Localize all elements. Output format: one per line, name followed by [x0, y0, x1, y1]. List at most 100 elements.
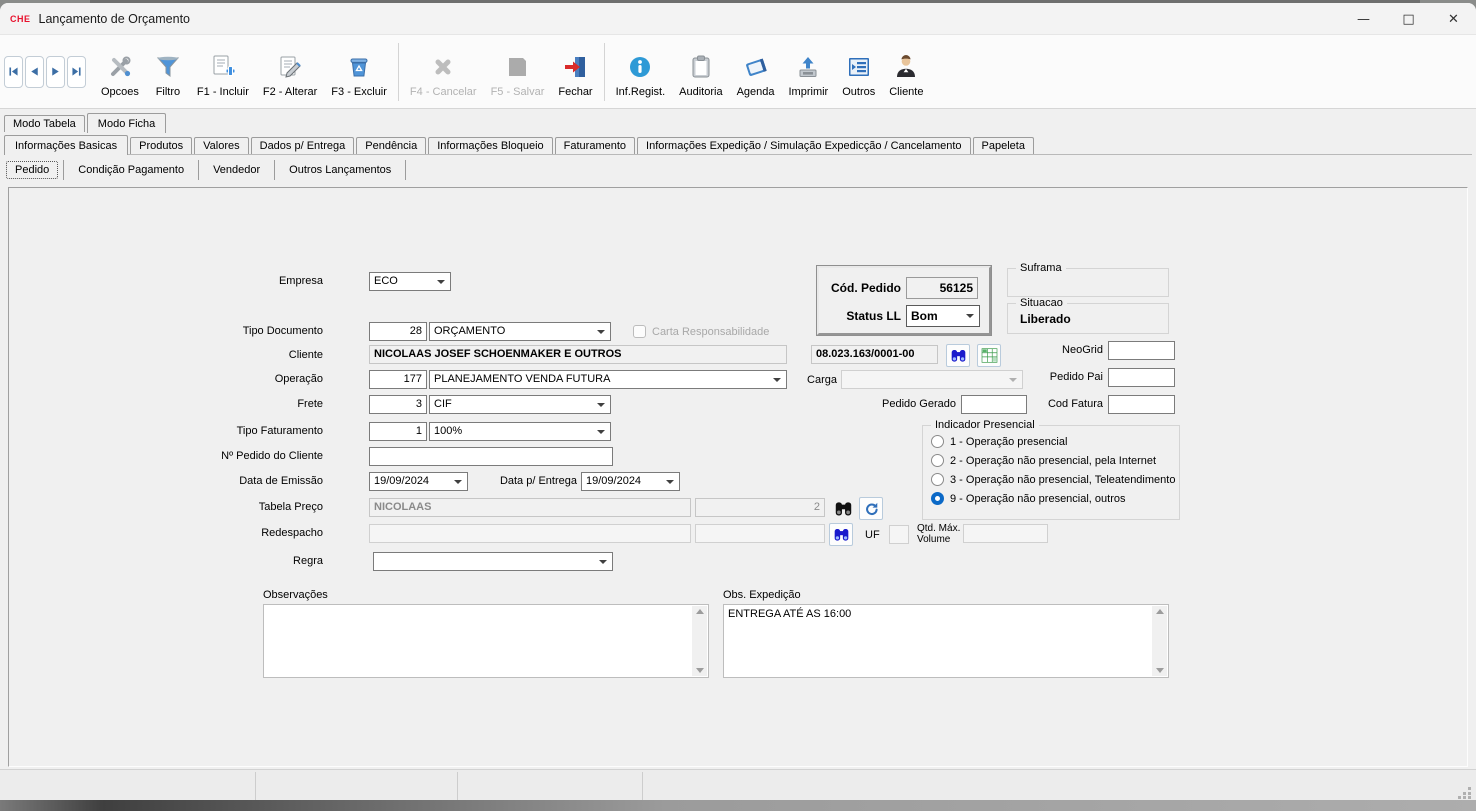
nav-prev-button[interactable] — [25, 56, 44, 88]
tabela-preco-field: NICOLAAS — [369, 498, 691, 517]
cliente-button[interactable]: Cliente — [882, 43, 930, 101]
close-button[interactable]: ✕ — [1431, 3, 1476, 35]
cancel-icon — [430, 54, 456, 83]
observacoes-textarea[interactable] — [263, 604, 709, 678]
scroll-down-icon[interactable] — [696, 668, 704, 673]
tab-pendencia[interactable]: Pendência — [356, 137, 426, 154]
inf-regist-button[interactable]: Inf.Regist. — [609, 43, 673, 101]
screen-bottom-edge — [0, 800, 1476, 811]
tipo-faturamento-combo[interactable]: 100% — [429, 422, 611, 441]
radio-icon — [931, 492, 944, 505]
uf-label: UF — [865, 529, 889, 542]
frete-combo[interactable]: CIF — [429, 395, 611, 414]
carga-combo[interactable] — [841, 370, 1023, 389]
opcoes-button[interactable]: Opcoes — [94, 43, 146, 101]
resize-grip-icon[interactable] — [1458, 785, 1472, 799]
uf-field — [889, 525, 909, 544]
tabela-preco-label: Tabela Preço — [213, 501, 323, 514]
tabela-preco-search-icon[interactable] — [831, 498, 855, 518]
pedido-form-panel: Empresa ECO Tipo Documento 28 ORÇAMENTO … — [8, 187, 1468, 767]
num-pedido-cliente-input[interactable] — [369, 447, 613, 466]
nav-first-button[interactable] — [4, 56, 23, 88]
scrollbar[interactable] — [1152, 606, 1167, 676]
f2-alterar-button[interactable]: F2 - Alterar — [256, 43, 324, 101]
fechar-button[interactable]: Fechar — [551, 43, 599, 101]
neogrid-label: NeoGrid — [1023, 344, 1103, 357]
regra-combo[interactable] — [373, 552, 613, 571]
f5-salvar-button[interactable]: F5 - Salvar — [484, 43, 552, 101]
f1-incluir-label: F1 - Incluir — [197, 86, 249, 98]
tab-modo-tabela[interactable]: Modo Tabela — [4, 115, 85, 132]
binoculars-icon — [950, 348, 967, 363]
situacao-label: Situacao — [1016, 297, 1067, 309]
operacao-combo[interactable]: PLANEJAMENTO VENDA FUTURA — [429, 370, 787, 389]
tab-produtos[interactable]: Produtos — [130, 137, 192, 154]
radio-option-2[interactable]: 2 - Operação não presencial, pela Intern… — [931, 454, 1156, 467]
filtro-label: Filtro — [156, 86, 180, 98]
tab-informacoes-bloqueio[interactable]: Informações Bloqueio — [428, 137, 552, 154]
radio-icon — [931, 435, 944, 448]
document-edit-icon — [277, 54, 303, 83]
data-entrega-combo[interactable]: 19/09/2024 — [581, 472, 680, 491]
agenda-label: Agenda — [737, 86, 775, 98]
tabela-preco-refresh-button[interactable] — [859, 497, 883, 520]
scrollbar[interactable] — [692, 606, 707, 676]
pedido-pai-input[interactable] — [1108, 368, 1175, 387]
scroll-down-icon[interactable] — [1156, 668, 1164, 673]
maximize-button[interactable]: □ — [1386, 3, 1431, 35]
data-emissao-combo[interactable]: 19/09/2024 — [369, 472, 468, 491]
tab-condicao-pagamento[interactable]: Condição Pagamento — [69, 161, 193, 179]
radio-option-9[interactable]: 9 - Operação não presencial, outros — [931, 492, 1126, 505]
radio-option-3[interactable]: 3 - Operação não presencial, Teleatendim… — [931, 473, 1175, 486]
f1-incluir-button[interactable]: F1 - Incluir — [190, 43, 256, 101]
filtro-button[interactable]: Filtro — [146, 43, 190, 101]
scroll-up-icon[interactable] — [1156, 609, 1164, 614]
tipo-faturamento-code-input[interactable]: 1 — [369, 422, 427, 441]
tab-faturamento[interactable]: Faturamento — [555, 137, 635, 154]
imprimir-button[interactable]: Imprimir — [782, 43, 836, 101]
nav-last-button[interactable] — [67, 56, 86, 88]
tab-valores[interactable]: Valores — [194, 137, 248, 154]
tab-vendedor[interactable]: Vendedor — [204, 161, 269, 179]
carta-responsabilidade-checkbox[interactable] — [633, 325, 646, 338]
radio-option-1[interactable]: 1 - Operação presencial — [931, 435, 1067, 448]
filter-icon — [155, 54, 181, 83]
f4-cancelar-button[interactable]: F4 - Cancelar — [403, 43, 484, 101]
tab-informacoes-expedicao[interactable]: Informações Expedição / Simulação Expedi… — [637, 137, 971, 154]
frete-code-input[interactable]: 3 — [369, 395, 427, 414]
f3-excluir-button[interactable]: F3 - Excluir — [324, 43, 394, 101]
nav-next-button[interactable] — [46, 56, 65, 88]
cliente-table-button[interactable] — [977, 344, 1001, 367]
tab-pedido[interactable]: Pedido — [6, 161, 58, 179]
minimize-button[interactable]: — — [1341, 3, 1386, 35]
auditoria-button[interactable]: Auditoria — [672, 43, 729, 101]
outros-button[interactable]: Outros — [835, 43, 882, 101]
tab-informacoes-basicas[interactable]: Informações Basicas — [4, 135, 128, 155]
window-title: Lançamento de Orçamento — [39, 12, 190, 26]
inf-regist-label: Inf.Regist. — [616, 86, 666, 98]
scroll-up-icon[interactable] — [696, 609, 704, 614]
tab-outros-lancamentos[interactable]: Outros Lançamentos — [280, 161, 400, 179]
operacao-label: Operação — [213, 373, 323, 386]
tab-modo-ficha[interactable]: Modo Ficha — [87, 113, 166, 133]
suframa-groupbox: Suframa — [1007, 268, 1169, 297]
f4-cancelar-label: F4 - Cancelar — [410, 86, 477, 98]
obs-expedicao-textarea[interactable]: ENTREGA ATÉ AS 16:00 — [723, 604, 1169, 678]
cod-fatura-input[interactable] — [1108, 395, 1175, 414]
tipo-documento-combo[interactable]: ORÇAMENTO — [429, 322, 611, 341]
agenda-button[interactable]: Agenda — [730, 43, 782, 101]
cliente-search-button[interactable] — [946, 344, 970, 367]
neogrid-input[interactable] — [1108, 341, 1175, 360]
qtd-max-label-line2: Volume — [917, 533, 967, 546]
status-ll-combo[interactable]: Bom — [906, 305, 980, 327]
chevron-down-icon — [1009, 378, 1017, 382]
operacao-code-input[interactable]: 177 — [369, 370, 427, 389]
pedido-gerado-input[interactable] — [961, 395, 1027, 414]
tab-dados-entrega[interactable]: Dados p/ Entrega — [251, 137, 355, 154]
redespacho-search-button[interactable] — [829, 523, 853, 546]
tipo-documento-label: Tipo Documento — [213, 325, 323, 338]
empresa-combo[interactable]: ECO — [369, 272, 451, 291]
tipo-documento-code-input[interactable]: 28 — [369, 322, 427, 341]
tab-papeleta[interactable]: Papeleta — [973, 137, 1034, 154]
table-grid-icon — [981, 348, 998, 363]
